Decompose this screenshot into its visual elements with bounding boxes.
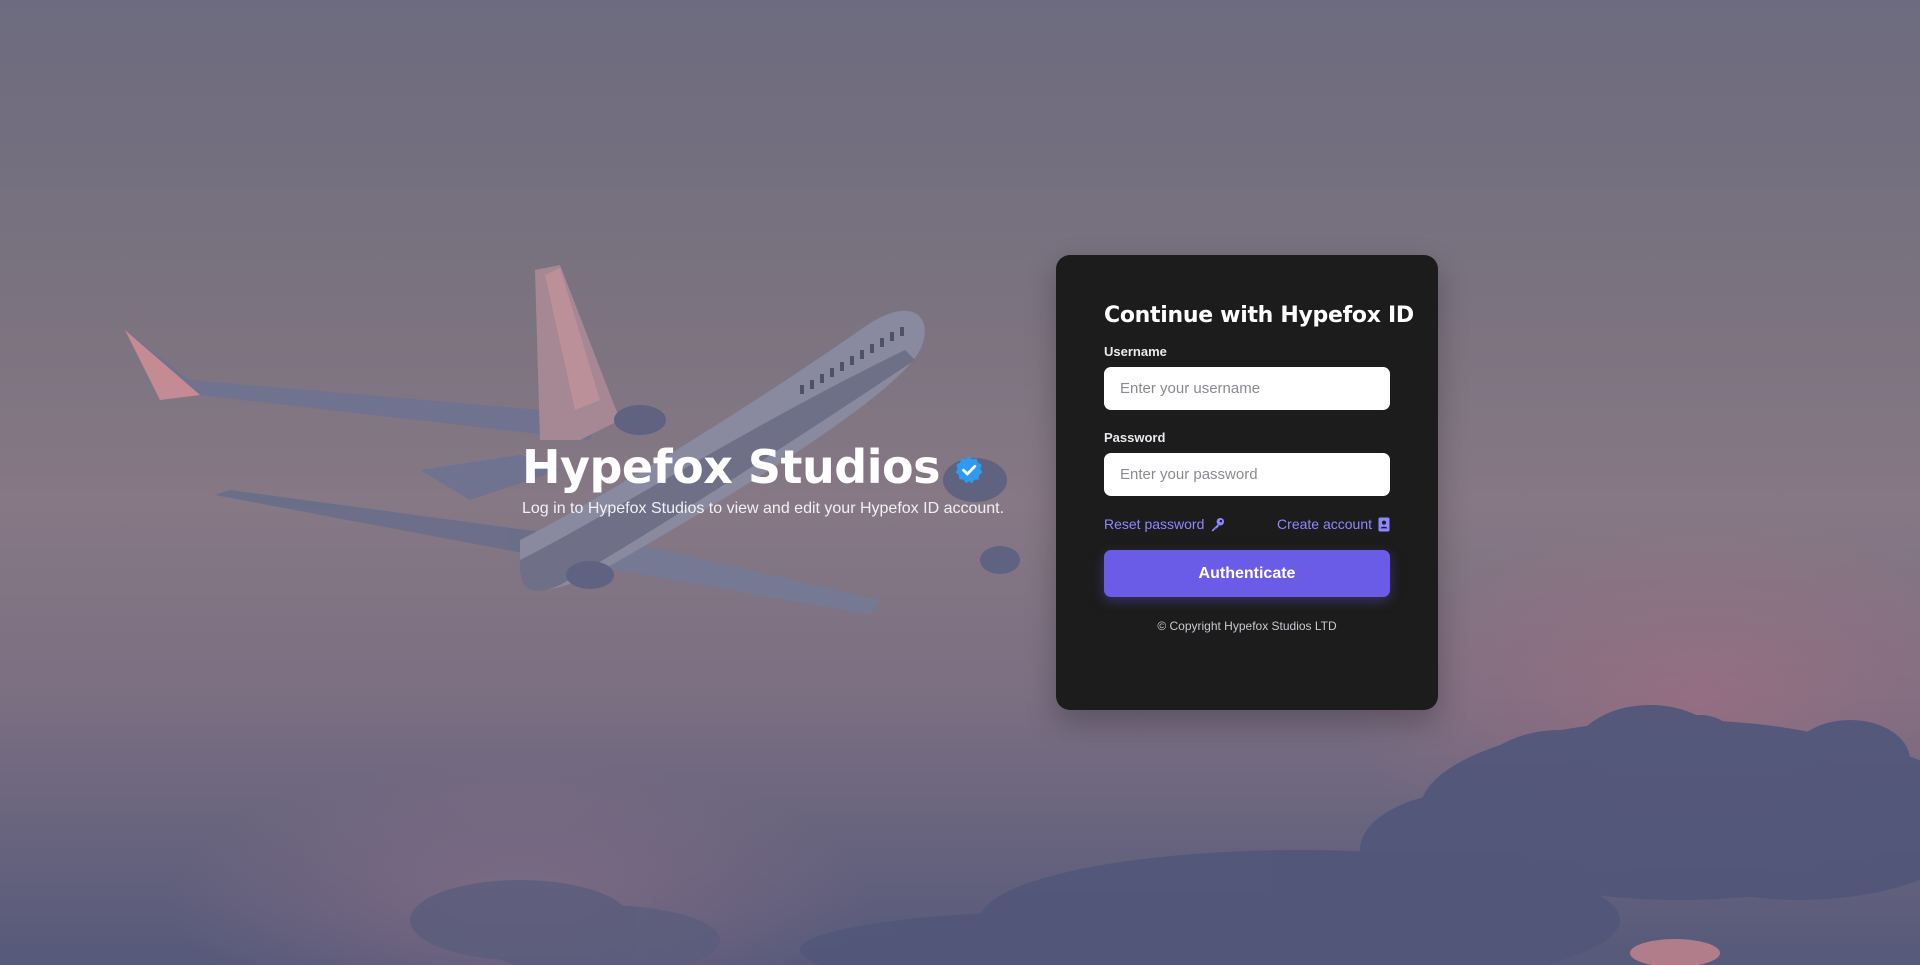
login-page: Hypefox Studios Log in to Hypefox Studio… (0, 0, 1920, 965)
copyright-text: © Copyright Hypefox Studios LTD (1157, 619, 1337, 633)
hero-subtitle: Log in to Hypefox Studios to view and ed… (522, 500, 1005, 517)
reset-password-link[interactable]: Reset password (1104, 516, 1225, 532)
create-account-label: Create account (1277, 516, 1372, 532)
brand-title: Hypefox Studios (522, 440, 940, 494)
password-input[interactable] (1104, 453, 1390, 496)
reset-password-label: Reset password (1104, 516, 1205, 532)
password-label: Password (1104, 430, 1166, 445)
hero-title-row: Hypefox Studios (522, 440, 1042, 494)
key-icon (1210, 517, 1225, 532)
create-account-link[interactable]: Create account (1277, 516, 1390, 532)
account-links-row: Reset password Create account (1104, 516, 1390, 532)
authenticate-button[interactable]: Authenticate (1104, 550, 1390, 597)
username-input[interactable] (1104, 367, 1390, 410)
contact-card-icon (1378, 517, 1390, 532)
verified-badge-icon (954, 455, 984, 485)
login-card-title: Continue with Hypefox ID (1104, 303, 1414, 328)
login-card: Continue with Hypefox ID Username Passwo… (1056, 255, 1438, 710)
hero-section: Hypefox Studios Log in to Hypefox Studio… (522, 440, 1042, 518)
username-label: Username (1104, 344, 1167, 359)
